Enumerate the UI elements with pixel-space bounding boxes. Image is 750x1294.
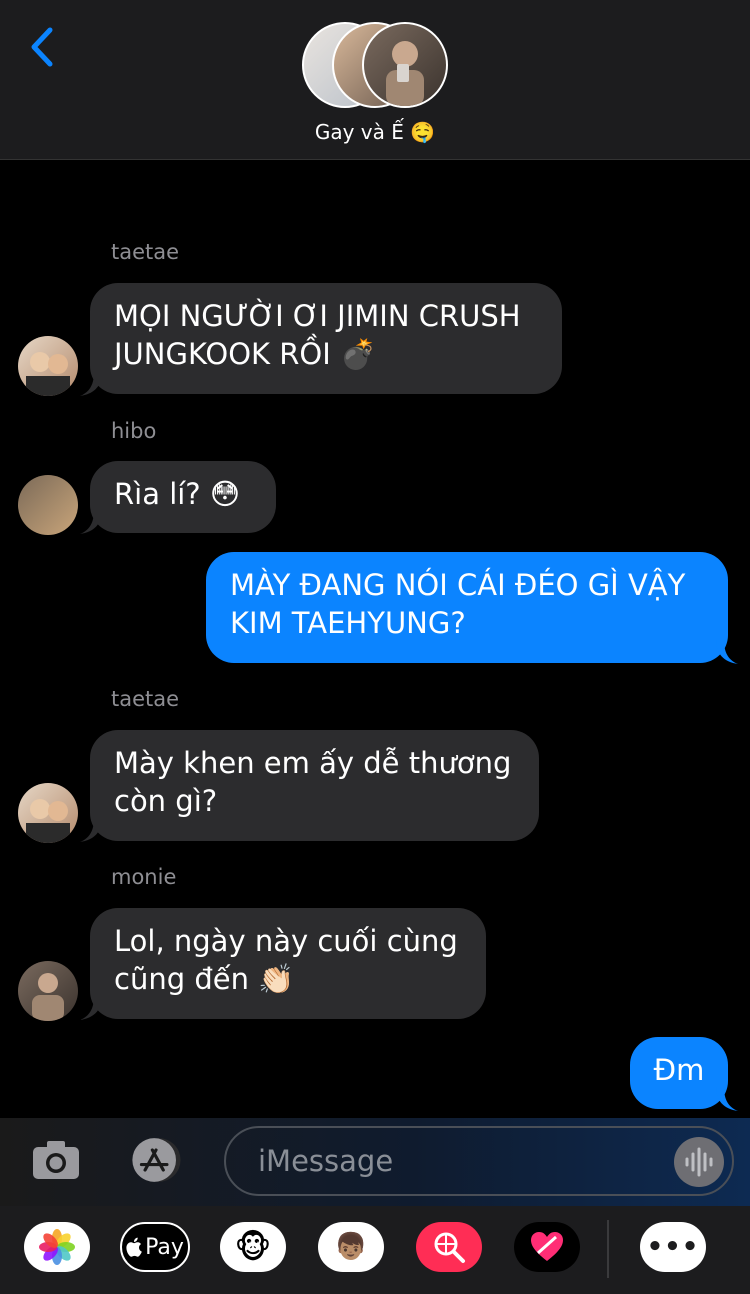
message-line: KIM TAEHYUNG? [230,606,466,640]
images-search-button[interactable] [416,1222,482,1272]
memoji-stickers-button[interactable]: 👦🏽 [318,1222,384,1272]
animoji-button[interactable]: 🐵 [220,1222,286,1272]
message-bubble[interactable]: MỌI NGƯỜI ƠI JIMIN CRUSH JUNGKOOK RỒI 💣 [90,283,562,394]
more-icon: ••• [646,1232,700,1262]
bubble-tail [716,1087,738,1111]
message-line: JUNGKOOK RỒI 💣 [114,337,377,371]
app-store-button[interactable] [126,1135,186,1185]
message-bubble[interactable]: Mày khen em ấy dễ thương còn gì? [90,730,539,841]
memoji-icon: 👦🏽 [334,1232,368,1262]
message-bubble-outgoing[interactable]: Đm [630,1037,728,1109]
camera-icon [33,1141,79,1179]
drawer-divider [607,1220,609,1278]
message-thread: taetae MỌI NGƯỜI ƠI JIMIN CRUSH JUNGKOOK… [0,160,750,1118]
heart-icon [531,1232,563,1261]
message-line: MÀY ĐANG NÓI CÁI ĐÉO GÌ VẬY [230,568,686,602]
back-chevron-icon[interactable] [24,22,64,72]
more-apps-button[interactable]: ••• [640,1222,706,1272]
message-line: MỌI NGƯỜI ƠI JIMIN CRUSH [114,299,521,333]
app-drawer: Pay 🐵 👦🏽 ••• [0,1206,750,1294]
bubble-tail [716,640,738,664]
message-input-placeholder: iMessage [258,1144,394,1178]
apple-logo-icon [126,1237,142,1257]
avatar[interactable] [18,961,78,1021]
message-bubble-outgoing[interactable]: MÀY ĐANG NÓI CÁI ĐÉO GÌ VẬY KIM TAEHYUNG… [206,552,728,663]
avatar[interactable] [18,336,78,396]
message-line: cũng đến 👏🏻 [114,962,295,996]
sender-name: taetae [111,687,180,711]
digital-touch-button[interactable] [514,1222,580,1272]
message-line: Đm [653,1053,705,1087]
group-avatar-stack[interactable] [302,22,452,110]
message-input[interactable]: iMessage [224,1126,734,1196]
apple-pay-button[interactable]: Pay [120,1222,190,1272]
avatar[interactable] [18,783,78,843]
avatar[interactable] [18,475,78,535]
message-line: Mày khen em ấy dễ thương [114,746,512,780]
app-store-icon [132,1138,181,1182]
message-bubble[interactable]: Rìa lí? 😳 [90,461,276,533]
waveform-icon [685,1147,713,1177]
conversation-title[interactable]: Gay và Ế 🤤 [0,120,750,144]
message-line: Lol, ngày này cuối cùng [114,924,458,958]
globe-search-icon [434,1232,465,1263]
photos-app-button[interactable] [24,1222,90,1272]
sender-name: monie [111,865,177,889]
camera-button[interactable] [26,1135,86,1185]
sender-name: hibo [111,419,157,443]
message-line: còn gì? [114,784,218,818]
photos-icon [39,1229,75,1265]
apple-pay-label: Pay [145,1234,184,1260]
message-composer: iMessage [0,1118,750,1206]
audio-record-button[interactable] [674,1137,724,1187]
group-avatar-3 [362,22,448,108]
sender-name: taetae [111,240,180,264]
monkey-icon: 🐵 [234,1228,272,1266]
conversation-header: Gay và Ế 🤤 [0,0,750,160]
message-bubble[interactable]: Lol, ngày này cuối cùng cũng đến 👏🏻 [90,908,486,1019]
message-line: Rìa lí? 😳 [114,477,241,511]
